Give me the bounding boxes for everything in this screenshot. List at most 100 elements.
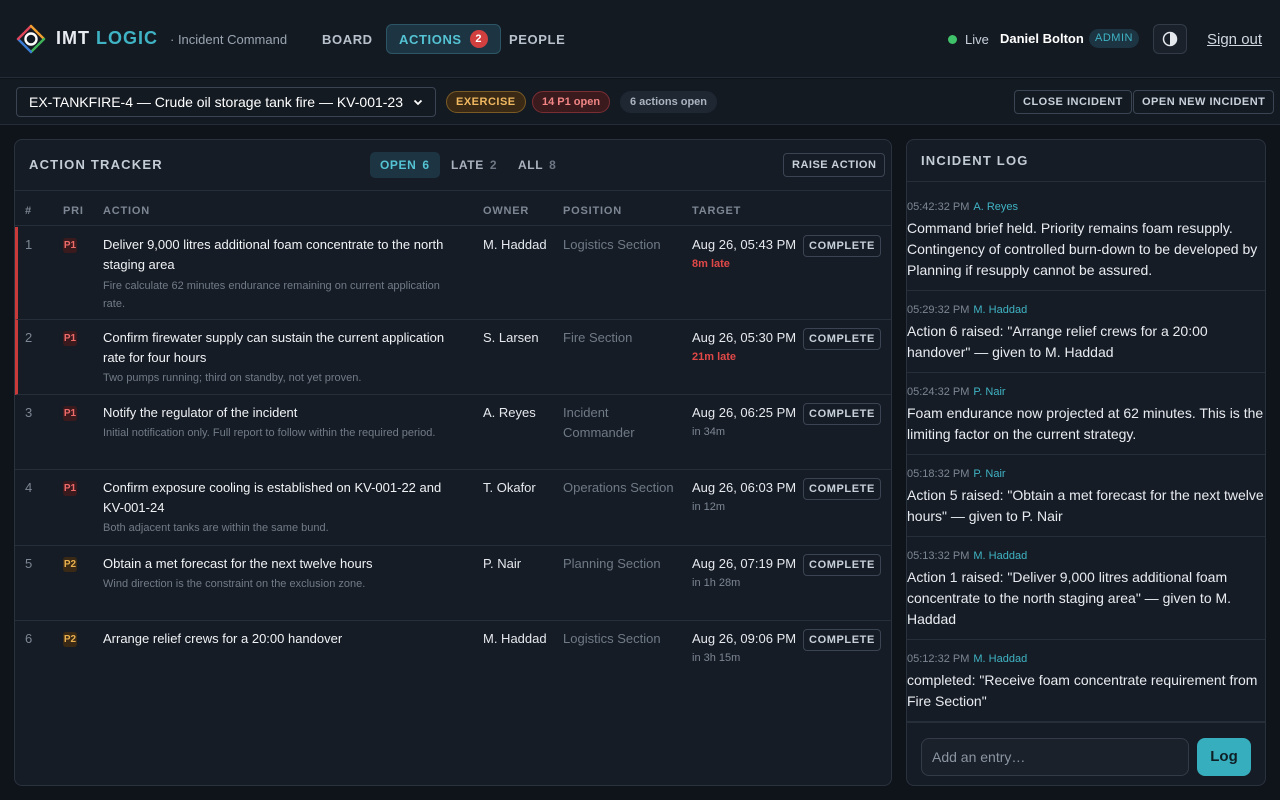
log-entry-time: 05:12:32 PM <box>907 653 970 665</box>
priority-badge: P2 <box>63 632 77 647</box>
action-position: Incident Commander <box>563 405 635 440</box>
open-new-incident-button[interactable]: OPEN NEW INCIDENT <box>1133 90 1275 114</box>
table-row: 6 P2 Arrange relief crews for a 20:00 ha… <box>15 621 891 697</box>
tab-late-count: 2 <box>489 158 498 172</box>
p1-open-badge: 14 P1 open <box>532 91 611 113</box>
table-row: 2 P1 Confirm firewater supply can sustai… <box>15 320 891 395</box>
complete-button[interactable]: COMPLETE <box>803 235 881 257</box>
log-entry-meta: 05:18:32 PM P. Nair <box>907 467 1265 481</box>
actions-open-badge: 6 actions open <box>620 91 718 113</box>
nav-board-label: BOARD <box>322 31 373 47</box>
contrast-icon <box>1162 31 1178 47</box>
action-due-status: in 12m <box>692 501 726 513</box>
action-note: Initial notification only. Full report t… <box>103 427 436 439</box>
row-num: 1 <box>25 237 33 252</box>
tab-all-count: 8 <box>549 158 557 172</box>
action-owner: S. Larsen <box>483 330 539 345</box>
action-position: Logistics Section <box>563 631 661 646</box>
action-position: Fire Section <box>563 330 633 345</box>
log-entry-text: completed: "Receive foam concentrate req… <box>907 672 1258 709</box>
complete-button[interactable]: COMPLETE <box>803 629 881 651</box>
log-entry-author: M. Haddad <box>973 653 1028 665</box>
log-entry: 05:24:32 PM P. Nair Foam endurance now pr… <box>907 373 1265 455</box>
log-entry-author: M. Haddad <box>973 304 1028 316</box>
action-target-time: Aug 26, 09:06 PM <box>692 631 797 646</box>
table-header: # PRI ACTION OWNER POSITION TARGET <box>15 190 891 226</box>
log-entry-meta: 05:24:32 PM P. Nair <box>907 385 1265 399</box>
log-entry-author: M. Haddad <box>973 550 1028 562</box>
log-entry-text: Action 1 raised: "Deliver 9,000 litres a… <box>907 569 1232 627</box>
action-note: Fire calculate 62 minutes endurance rema… <box>103 280 440 310</box>
action-title: Obtain a met forecast for the next twelv… <box>103 554 463 593</box>
top-header: IMT LOGIC · Incident Command BOARD ACTION… <box>0 0 1280 78</box>
action-target: Aug 26, 05:30 PM 21m late <box>692 328 802 366</box>
user-name: Daniel Bolton <box>1000 31 1084 46</box>
tab-all[interactable]: ALL 8 <box>508 152 566 178</box>
action-due-status: in 3h 15m <box>692 652 741 664</box>
action-owner: A. Reyes <box>483 405 536 420</box>
row-num: 6 <box>25 631 33 646</box>
action-position: Planning Section <box>563 556 661 571</box>
row-num: 3 <box>25 405 33 420</box>
chevron-down-icon <box>413 99 423 106</box>
action-title-text: Deliver 9,000 litres additional foam con… <box>103 237 444 272</box>
raise-action-button[interactable]: RAISE ACTION <box>783 153 886 177</box>
live-status: Live <box>948 32 989 47</box>
nav-board[interactable]: BOARD <box>310 24 385 54</box>
imt-logo-icon[interactable] <box>16 24 46 54</box>
incident-select[interactable]: EX-TANKFIRE-4 — Crude oil storage tank f… <box>16 87 436 117</box>
complete-button[interactable]: COMPLETE <box>803 403 881 425</box>
tab-late[interactable]: LATE 2 <box>441 152 507 178</box>
log-entry-time: 05:13:32 PM <box>907 550 970 562</box>
incident-log-title: INCIDENT LOG <box>921 153 1029 168</box>
col-owner: OWNER <box>483 205 530 217</box>
sign-out-link[interactable]: Sign out <box>1207 31 1262 48</box>
action-note: Two pumps running; third on standby, not… <box>103 372 362 384</box>
action-owner: M. Haddad <box>483 237 547 252</box>
action-title-text: Obtain a met forecast for the next twelv… <box>103 556 373 571</box>
action-target-time: Aug 26, 05:30 PM <box>692 330 797 345</box>
priority-badge: P2 <box>63 557 77 572</box>
nav-actions[interactable]: ACTIONS 2 <box>386 24 501 54</box>
incident-log-list[interactable]: 05:42:32 PM A. Reyes Command brief held. … <box>907 181 1265 722</box>
action-tracker-title: ACTION TRACKER <box>29 157 163 172</box>
close-incident-button[interactable]: CLOSE INCIDENT <box>1014 90 1132 114</box>
log-entry-meta: 05:13:32 PM M. Haddad <box>907 549 1265 563</box>
incident-bar: EX-TANKFIRE-4 — Crude oil storage tank f… <box>0 79 1280 125</box>
nav-people[interactable]: PEOPLE <box>497 24 577 54</box>
complete-button[interactable]: COMPLETE <box>803 554 881 576</box>
log-entry-author: P. Nair <box>973 386 1006 398</box>
log-entry-meta: 05:42:32 PM A. Reyes <box>907 200 1265 214</box>
priority-badge: P1 <box>63 331 77 346</box>
log-entry-author: A. Reyes <box>973 201 1019 213</box>
log-entry-text: Command brief held. Priority remains foa… <box>907 220 1258 278</box>
complete-button[interactable]: COMPLETE <box>803 328 881 350</box>
exercise-badge: EXERCISE <box>446 91 526 113</box>
nav-people-label: PEOPLE <box>509 31 566 47</box>
action-target: Aug 26, 05:43 PM 8m late <box>692 235 802 273</box>
action-target: Aug 26, 07:19 PM in 1h 28m <box>692 554 802 592</box>
log-entry: 05:13:32 PM M. Haddad Action 1 raised: "D… <box>907 537 1265 640</box>
action-title-text: Arrange relief crews for a 20:00 handove… <box>103 631 343 646</box>
log-entry: 05:29:32 PM M. Haddad Action 6 raised: "A… <box>907 291 1265 373</box>
action-target-time: Aug 26, 06:25 PM <box>692 405 797 420</box>
log-entry-input[interactable]: Add an entry… <box>921 738 1189 776</box>
log-entry-time: 05:18:32 PM <box>907 468 970 480</box>
col-target: TARGET <box>692 205 742 217</box>
action-owner: T. Okafor <box>483 480 536 495</box>
action-tracker-panel: ACTION TRACKER OPEN 6 LATE 2 ALL 8 RAISE AC… <box>14 139 892 786</box>
tab-all-label: ALL <box>518 158 544 172</box>
action-title: Confirm firewater supply can sustain the… <box>103 328 463 387</box>
log-entry-text: Action 5 raised: "Obtain a met forecast … <box>907 487 1264 524</box>
complete-button[interactable]: COMPLETE <box>803 478 881 500</box>
theme-toggle-button[interactable] <box>1153 24 1187 54</box>
table-row: 1 P1 Deliver 9,000 litres additional foa… <box>15 227 891 320</box>
tab-open[interactable]: OPEN 6 <box>370 152 440 178</box>
priority-badge: P1 <box>63 406 77 421</box>
table-row: 5 P2 Obtain a met forecast for the next … <box>15 546 891 621</box>
action-position: Logistics Section <box>563 237 661 252</box>
log-submit-button[interactable]: Log <box>1197 738 1251 776</box>
incident-select-value: EX-TANKFIRE-4 — Crude oil storage tank f… <box>29 94 403 110</box>
action-target: Aug 26, 06:25 PM in 34m <box>692 403 802 441</box>
log-entry-text: Foam endurance now projected at 62 minut… <box>907 405 1264 442</box>
